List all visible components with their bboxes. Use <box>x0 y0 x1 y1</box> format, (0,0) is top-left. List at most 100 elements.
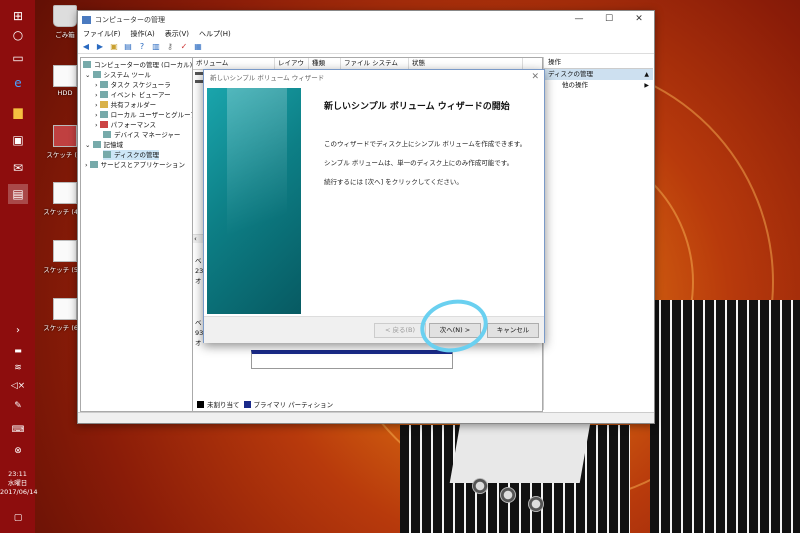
services-icon <box>89 161 98 168</box>
menu-action[interactable]: 操作(A) <box>131 29 155 39</box>
wizard-footer: < 戻る(B) 次へ(N) > キャンセル <box>204 316 544 343</box>
close-icon[interactable]: ✕ <box>531 72 539 82</box>
image-file-icon <box>53 240 77 262</box>
tree-item-local-users[interactable]: › ローカル ユーザーとグループ <box>95 110 192 120</box>
wizard-text-2: シンプル ボリュームは、単一のディスク上にのみ作成可能です。 <box>324 159 514 167</box>
start-button[interactable]: ⊞ <box>8 6 28 26</box>
legend: 未割り当て プライマリ パーティション <box>195 399 333 409</box>
new-simple-volume-wizard: 新しいシンプル ボリューム ウィザード ✕ 新しいシンプル ボリューム ウィザー… <box>203 69 545 343</box>
tree-item-root[interactable]: コンピューターの管理 (ローカル) <box>83 60 192 70</box>
image-file-icon <box>53 125 77 147</box>
users-icon <box>99 111 108 118</box>
clock-date: 2017/06/14 <box>0 488 38 496</box>
menu-help[interactable]: ヘルプ(H) <box>199 29 231 39</box>
tree-item-shared-folders[interactable]: › 共有フォルダー <box>95 100 156 110</box>
taskbar: ⊞ ○ ▭ e ▆ ▣ ✉ ▤ › ▬ ≋ ◁× ✎ ⌨ ⊗ 23:11 水曜日… <box>0 0 38 533</box>
submenu-arrow-icon: ▶ <box>644 82 649 89</box>
computer-management-icon[interactable]: ▤ <box>8 184 28 204</box>
back-arrow-icon[interactable]: ◀ <box>81 42 91 51</box>
legend-swatch-unallocated <box>197 400 204 408</box>
tree-item-device-manager[interactable]: デバイス マネージャー <box>103 130 180 140</box>
key-icon[interactable]: ⚷ <box>165 42 175 51</box>
clock-weekday: 水曜日 <box>7 479 28 487</box>
column-volume[interactable]: ボリューム <box>193 58 275 69</box>
legend-label-primary: プライマリ パーティション <box>253 401 334 409</box>
clock-time: 23:11 <box>8 470 27 478</box>
wizard-heading: 新しいシンプル ボリューム ウィザードの開始 <box>324 102 510 112</box>
tree-item-performance[interactable]: › パフォーマンス <box>95 120 156 130</box>
wallpaper-figure <box>449 423 591 483</box>
back-button[interactable]: < 戻る(B) <box>374 323 426 338</box>
app-icon <box>82 15 91 24</box>
check-icon[interactable]: ✓ <box>179 42 189 51</box>
properties-icon[interactable]: ▥ <box>151 42 161 51</box>
computer-icon <box>83 61 91 68</box>
column-filesystem[interactable]: ファイル システム <box>341 58 409 69</box>
drive-icon <box>53 65 77 87</box>
wallpaper-figure <box>472 478 488 494</box>
tree-item-disk-management[interactable]: ディスクの管理 <box>103 150 160 160</box>
volume-icon[interactable]: ◁× <box>8 376 28 396</box>
column-type[interactable]: 種類 <box>309 58 341 69</box>
menu-bar: ファイル(F) 操作(A) 表示(V) ヘルプ(H) <box>78 28 654 40</box>
console-tree-icon[interactable]: ▤ <box>123 42 133 51</box>
window-title: コンピューターの管理 <box>95 15 165 24</box>
window-titlebar[interactable]: コンピューターの管理 — ☐ ✕ <box>78 11 654 28</box>
chevron-icon[interactable]: › <box>8 320 28 340</box>
menu-file[interactable]: ファイル(F) <box>83 29 121 39</box>
forward-arrow-icon[interactable]: ▶ <box>95 42 105 51</box>
clock[interactable]: 23:11 水曜日 2017/06/14 <box>0 470 38 497</box>
up-folder-icon[interactable]: ▣ <box>109 42 119 51</box>
close-button[interactable]: ✕ <box>624 11 654 28</box>
legend-label-unallocated: 未割り当て <box>207 401 240 409</box>
help-icon[interactable]: ? <box>137 42 147 51</box>
actions-section-disk-management[interactable]: ディスクの管理 ▲ <box>544 69 653 80</box>
recycle-bin-icon <box>53 5 77 27</box>
column-layout[interactable]: レイアウト <box>275 58 309 78</box>
actions-more[interactable]: 他の操作 ▶ <box>544 80 653 91</box>
clock-icon <box>99 81 108 88</box>
legend-swatch-primary <box>243 400 251 408</box>
pen-icon[interactable]: ✎ <box>8 396 28 416</box>
column-status[interactable]: 状態 <box>409 58 523 69</box>
task-view-icon[interactable]: ▭ <box>8 48 28 68</box>
partition-block[interactable] <box>251 350 453 369</box>
menu-view[interactable]: 表示(V) <box>165 29 189 39</box>
collapse-arrow-icon: ▲ <box>644 71 649 78</box>
tree-item-services-apps[interactable]: › サービスとアプリケーション <box>85 160 185 170</box>
wizard-banner-image <box>207 88 301 314</box>
wizard-title: 新しいシンプル ボリューム ウィザード <box>210 74 325 82</box>
wifi-icon[interactable]: ≋ <box>8 358 28 378</box>
mail-icon[interactable]: ✉ <box>8 158 28 178</box>
toolbar: ◀ ▶ ▣ ▤ ? ▥ ⚷ ✓ ▦ <box>78 40 654 54</box>
status-bar <box>78 412 654 423</box>
wallpaper-figure <box>650 300 800 533</box>
keyboard-icon[interactable]: ⌨ <box>8 420 28 440</box>
event-viewer-icon <box>99 91 108 98</box>
explorer-icon[interactable]: ▆ <box>8 102 28 122</box>
minimize-button[interactable]: — <box>564 11 594 28</box>
volume-row[interactable] <box>195 72 203 75</box>
battery-icon[interactable]: ▬ <box>8 340 28 360</box>
device-manager-icon <box>103 131 111 138</box>
notification-icon[interactable]: ▢ <box>8 508 28 528</box>
maximize-button[interactable]: ☐ <box>594 11 624 28</box>
tree-item-event-viewer[interactable]: › イベント ビューアー <box>95 90 171 100</box>
search-icon[interactable]: ○ <box>8 25 28 45</box>
cancel-button[interactable]: キャンセル <box>487 323 539 338</box>
toolbox-icon <box>92 71 101 78</box>
volume-row[interactable] <box>195 80 203 83</box>
view-icon[interactable]: ▦ <box>193 42 203 51</box>
ime-icon[interactable]: ⊗ <box>8 441 28 461</box>
tree-item-storage[interactable]: ⌄ 記憶域 <box>85 140 123 150</box>
tree-item-task-scheduler[interactable]: › タスク スケジューラ <box>95 80 171 90</box>
image-file-icon <box>53 182 77 204</box>
edge-icon[interactable]: e <box>8 73 28 93</box>
wizard-text-1: このウィザードでディスク上にシンプル ボリュームを作成できます。 <box>324 140 527 148</box>
store-icon[interactable]: ▣ <box>8 130 28 150</box>
wizard-text-3: 続行するには [次へ] をクリックしてください。 <box>324 178 463 186</box>
folder-icon <box>99 101 108 108</box>
tree-item-system-tools[interactable]: ⌄ システム ツール <box>85 70 151 80</box>
wallpaper-figure <box>528 496 544 512</box>
disk-icon <box>103 151 111 158</box>
